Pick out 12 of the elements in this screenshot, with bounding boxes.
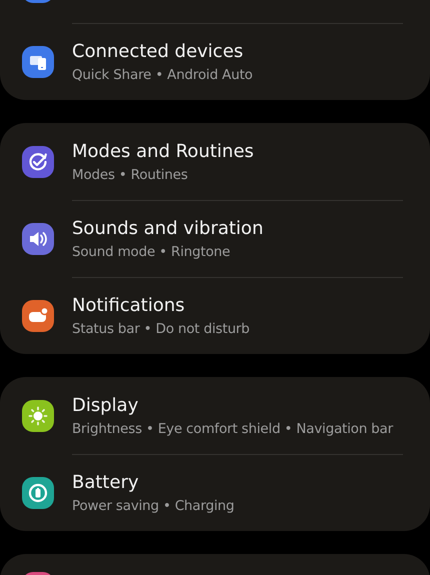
setting-title[interactable]: Battery [72, 471, 139, 494]
setting-title[interactable]: Display [72, 394, 138, 416]
setting-subtitle: Brightness • Eye comfort shield • Navigation bar [72, 420, 393, 438]
setting-subtitle: Status bar • Do not disturb [72, 320, 250, 338]
setting-title[interactable]: Notifications [72, 294, 185, 317]
setting-subtitle: Quick Share • Android Auto [72, 66, 253, 84]
setting-title[interactable]: Sounds and vibration [72, 217, 264, 240]
setting-title[interactable]: Connected devices [72, 40, 244, 63]
setting-subtitle: Power saving • Charging [72, 497, 234, 515]
setting-title[interactable]: Modes and Routines [72, 140, 254, 162]
setting-subtitle: Modes • Routines [72, 166, 188, 184]
setting-subtitle: Sound mode • Ringtone [72, 243, 230, 261]
